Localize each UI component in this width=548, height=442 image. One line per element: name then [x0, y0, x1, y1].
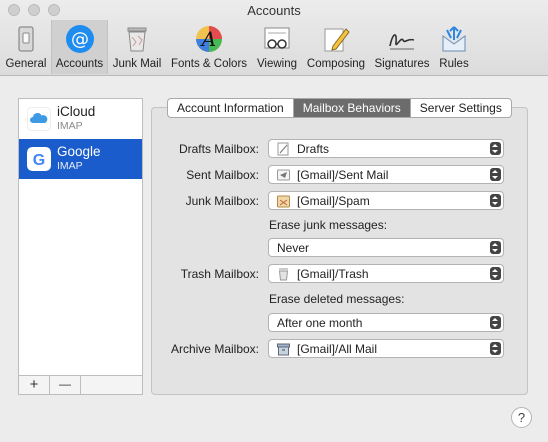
chevron-updown-icon — [490, 241, 501, 254]
drafts-mailbox-select[interactable]: Drafts — [268, 139, 504, 158]
trash-mailbox-label: Trash Mailbox: — [180, 267, 259, 281]
svg-text:G: G — [33, 152, 45, 169]
trash-bin-icon — [127, 27, 147, 52]
account-row-icloud[interactable]: iCloud IMAP — [19, 99, 142, 139]
tab-account-information[interactable]: Account Information — [168, 99, 294, 117]
account-row-google[interactable]: G Google IMAP — [19, 139, 142, 179]
archive-mailbox-label: Archive Mailbox: — [170, 342, 259, 356]
chevron-updown-icon — [490, 267, 501, 280]
account-name: iCloud — [57, 104, 96, 119]
chevron-updown-icon — [490, 168, 501, 181]
chevron-updown-icon — [490, 142, 501, 155]
svg-text:@: @ — [71, 29, 89, 50]
signature-icon — [389, 34, 415, 50]
icloud-icon — [27, 107, 51, 131]
select-value: [Gmail]/All Mail — [297, 342, 378, 356]
toolbar-viewing[interactable]: Viewing — [253, 20, 301, 74]
toolbar-signatures[interactable]: Signatures — [371, 20, 433, 74]
toolbar-label: Fonts & Colors — [170, 58, 248, 70]
remove-account-button[interactable]: — — [50, 376, 81, 394]
chevron-updown-icon — [490, 194, 501, 207]
erase-junk-select[interactable]: Never — [268, 238, 504, 257]
select-value: Never — [277, 241, 310, 255]
toolbar-general[interactable]: General — [2, 20, 50, 74]
tab-server-settings[interactable]: Server Settings — [411, 99, 511, 117]
toolbar-fonts-colors[interactable]: A Fonts & Colors — [168, 20, 250, 74]
archive-mailbox-select[interactable]: [Gmail]/All Mail — [268, 339, 504, 358]
toolbar-label: Accounts — [55, 58, 104, 70]
toolbar-accounts[interactable]: @ Accounts — [51, 20, 108, 74]
erase-deleted-select[interactable]: After one month — [268, 313, 504, 332]
tab-mailbox-behaviors[interactable]: Mailbox Behaviors — [293, 99, 411, 117]
erase-deleted-label: Erase deleted messages: — [269, 292, 405, 306]
fonts-colors-icon: A — [196, 26, 222, 52]
window-title: Accounts — [247, 3, 301, 18]
viewing-icon — [264, 27, 290, 49]
at-sign-icon: @ — [65, 25, 94, 53]
google-icon: G — [27, 147, 51, 171]
drafts-folder-icon — [277, 142, 289, 156]
account-name: Google — [57, 144, 101, 159]
sent-folder-icon — [277, 169, 290, 181]
svg-text:A: A — [200, 27, 216, 51]
help-button[interactable]: ? — [511, 407, 532, 428]
chevron-updown-icon — [490, 316, 501, 329]
archive-box-icon — [277, 343, 290, 356]
erase-junk-label: Erase junk messages: — [269, 218, 388, 232]
junk-folder-icon — [277, 195, 290, 208]
toolbar-label: Signatures — [374, 58, 430, 70]
trash-mailbox-select[interactable]: [Gmail]/Trash — [268, 264, 504, 283]
select-value: [Gmail]/Spam — [297, 194, 370, 208]
toolbar-composing[interactable]: Composing — [303, 20, 369, 74]
add-account-button[interactable]: + — [19, 376, 50, 394]
junk-mailbox-label: Junk Mailbox: — [185, 194, 259, 208]
toolbar-label: Composing — [306, 58, 366, 70]
toolbar-junk-mail[interactable]: Junk Mail — [110, 20, 164, 74]
general-icon — [18, 26, 34, 52]
account-type: IMAP — [57, 120, 83, 132]
junk-mailbox-select[interactable]: [Gmail]/Spam — [268, 191, 504, 210]
tab-bar: Account Information Mailbox Behaviors Se… — [167, 98, 512, 118]
rules-icon — [442, 26, 466, 52]
chevron-updown-icon — [490, 342, 501, 355]
account-list-controls: + — — [18, 375, 143, 395]
toolbar-label: General — [5, 58, 47, 70]
select-value: [Gmail]/Trash — [297, 267, 369, 281]
toolbar-label: Rules — [439, 58, 469, 70]
toolbar: Accounts General @ Accounts Junk Mail A — [0, 0, 548, 76]
account-type: IMAP — [57, 160, 83, 172]
select-value: [Gmail]/Sent Mail — [297, 168, 389, 182]
toolbar-label: Viewing — [256, 58, 298, 70]
sent-mailbox-select[interactable]: [Gmail]/Sent Mail — [268, 165, 504, 184]
toolbar-label: Junk Mail — [112, 58, 162, 70]
select-value: Drafts — [297, 142, 330, 156]
trash-folder-icon — [278, 268, 289, 281]
accounts-list: iCloud IMAP G Google IMAP — [18, 98, 143, 376]
sent-mailbox-label: Sent Mailbox: — [186, 168, 259, 182]
toolbar-rules[interactable]: Rules — [436, 20, 472, 74]
drafts-mailbox-label: Drafts Mailbox: — [178, 142, 259, 156]
select-value: After one month — [277, 316, 363, 330]
pencil-icon — [324, 28, 350, 52]
